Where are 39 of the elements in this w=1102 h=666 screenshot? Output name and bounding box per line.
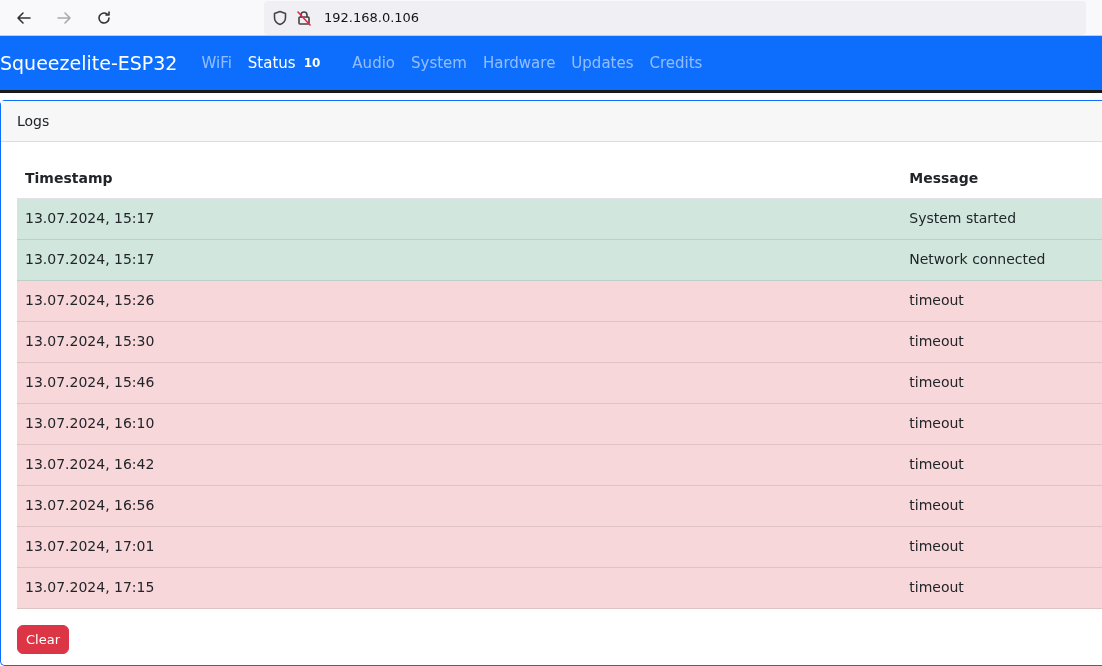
nav-link[interactable]: Updates — [571, 51, 634, 75]
back-icon[interactable] — [16, 9, 32, 26]
count-label: 10 — [303, 55, 321, 72]
nav-link[interactable]: Credits — [649, 51, 703, 75]
table-cell: timeout — [901, 403, 1102, 444]
column-header: Message — [901, 160, 1102, 198]
table-cell: timeout — [901, 526, 1102, 567]
clear-button[interactable]: Clear — [17, 624, 69, 654]
nav-link[interactable]: WiFi — [201, 51, 232, 75]
table-cell: System started — [901, 198, 1102, 239]
nav-link[interactable]: Status 10 — [247, 51, 321, 75]
table-cell: timeout — [901, 485, 1102, 526]
table-cell: 13.07.2024, 16:56 — [17, 485, 902, 526]
table-cell: timeout — [901, 362, 1102, 403]
table-cell: 13.07.2024, 15:17 — [17, 198, 902, 239]
table-cell: 13.07.2024, 17:01 — [17, 526, 902, 567]
reload-icon[interactable] — [96, 9, 112, 26]
table-cell: 13.07.2024, 15:17 — [17, 239, 902, 280]
lock-strikethrough-icon — [296, 9, 312, 26]
column-header: Timestamp — [17, 160, 902, 198]
table-cell: 13.07.2024, 16:42 — [17, 444, 902, 485]
table-cell: 13.07.2024, 15:26 — [17, 280, 902, 321]
nav-link[interactable]: Audio — [352, 51, 395, 75]
address-bar[interactable]: 192.168.0.106 — [264, 0, 1086, 35]
table-cell: 13.07.2024, 17:15 — [17, 567, 902, 608]
table-cell: Network connected — [901, 239, 1102, 280]
card-header: Logs — [1, 101, 1102, 142]
table-cell: 13.07.2024, 16:10 — [17, 403, 902, 444]
table-cell: timeout — [901, 280, 1102, 321]
table-cell: 13.07.2024, 15:46 — [17, 362, 902, 403]
nav-link[interactable]: System — [411, 51, 467, 75]
shield-icon — [272, 9, 288, 26]
brand-name[interactable]: Squeezelite-ESP32 — [0, 48, 178, 78]
nav-link[interactable]: Hardware — [482, 51, 556, 75]
address-text: 192.168.0.106 — [324, 8, 420, 27]
table-cell: 13.07.2024, 15:30 — [17, 321, 902, 362]
table-cell: timeout — [901, 444, 1102, 485]
table-cell: timeout — [901, 321, 1102, 362]
table-cell: timeout — [901, 567, 1102, 608]
